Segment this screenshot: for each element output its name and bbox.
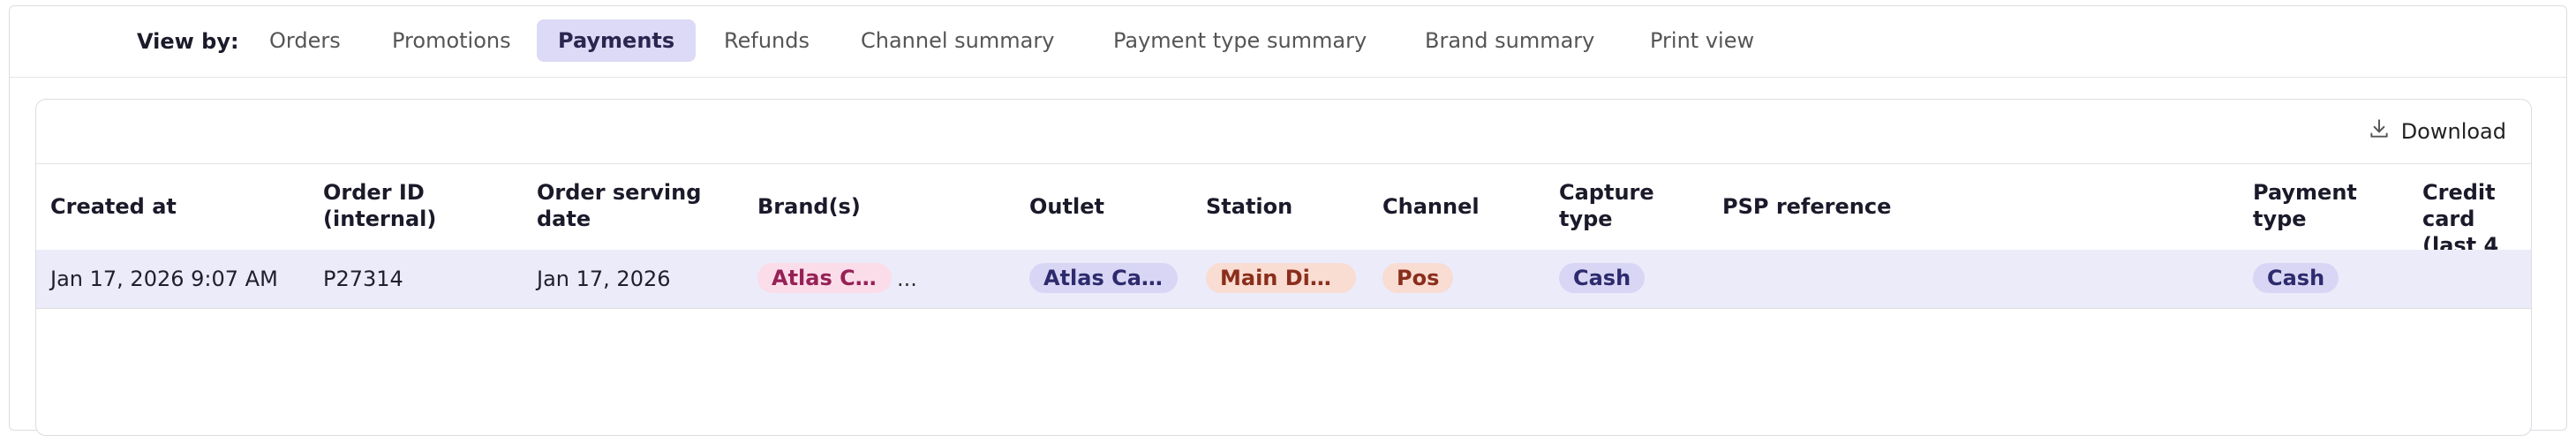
tab-brand-summary[interactable]: Brand summary (1404, 19, 1616, 62)
table-toolbar: Download (36, 100, 2531, 164)
tab-payments[interactable]: Payments (537, 19, 697, 62)
outlet-pill: Atlas Cafe (1029, 263, 1178, 293)
header-order-id[interactable]: Order ID (internal) (323, 179, 436, 232)
header-outlet[interactable]: Outlet (1029, 193, 1104, 220)
header-channel[interactable]: Channel (1382, 193, 1480, 220)
cell-serving-date: Jan 17, 2026 (537, 267, 671, 291)
view-by-bar: View by: Orders Promotions Payments Refu… (10, 6, 2566, 78)
tab-promotions[interactable]: Promotions (371, 19, 532, 62)
download-button[interactable]: Download (2368, 116, 2506, 147)
tab-refunds[interactable]: Refunds (703, 19, 831, 62)
download-label: Download (2400, 119, 2506, 144)
cell-created-at: Jan 17, 2026 9:07 AM (50, 267, 278, 291)
view-by-label: View by: (137, 29, 239, 54)
brand-more[interactable]: ... (897, 250, 917, 308)
capture-type-pill: Cash (1559, 263, 1646, 293)
table-header: Created at Order ID (internal) Order ser… (36, 163, 2531, 284)
tab-orders[interactable]: Orders (248, 19, 362, 62)
channel-pill: Pos (1382, 263, 1454, 293)
tab-payment-type-summary[interactable]: Payment type summary (1092, 19, 1388, 62)
header-payment-type[interactable]: Payment type (2253, 179, 2357, 232)
tab-channel-summary[interactable]: Channel summary (840, 19, 1075, 62)
download-icon (2368, 117, 2391, 146)
header-capture-type[interactable]: Capture type (1559, 179, 1654, 232)
table-row[interactable]: Jan 17, 2026 9:07 AM P27314 Jan 17, 2026… (36, 250, 2531, 309)
header-psp-reference[interactable]: PSP reference (1722, 193, 1891, 220)
header-serving-date[interactable]: Order serving date (537, 179, 701, 232)
cell-order-id: P27314 (323, 267, 403, 291)
header-brands[interactable]: Brand(s) (757, 193, 861, 220)
brand-pill: Atlas Cafe (757, 263, 892, 293)
tab-print-view[interactable]: Print view (1629, 19, 1775, 62)
payment-type-pill: Cash (2253, 263, 2339, 293)
payments-table-card: Download Created at Order ID (internal) … (35, 99, 2532, 436)
header-created-at[interactable]: Created at (50, 193, 177, 220)
station-pill: Main Dining (1206, 263, 1356, 293)
header-station[interactable]: Station (1206, 193, 1292, 220)
